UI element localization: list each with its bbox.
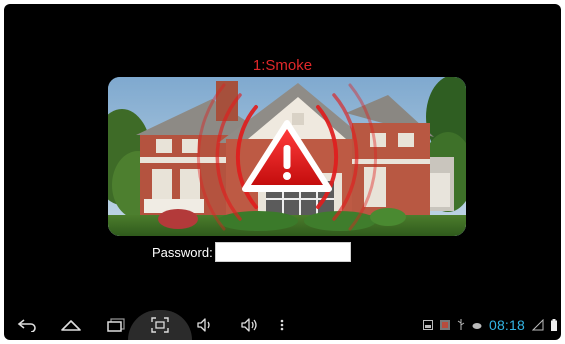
app-icon: [439, 320, 450, 330]
house-alarm-image: [108, 77, 466, 236]
volume-up-button[interactable]: [238, 313, 262, 337]
screenshot-button[interactable]: [148, 313, 172, 337]
volume-up-icon: [241, 318, 257, 332]
gallery-icon: [422, 320, 433, 330]
back-icon: [17, 319, 36, 332]
password-label: Password:: [152, 244, 213, 260]
password-input[interactable]: [214, 242, 351, 262]
signal-icon: [532, 319, 544, 331]
house-illustration: [108, 77, 466, 236]
volume-down-button[interactable]: [194, 313, 216, 337]
screenshot-icon: [151, 317, 169, 333]
status-area[interactable]: 08:18: [422, 313, 557, 337]
alarm-title: 1:Smoke: [252, 57, 313, 74]
status-clock: 08:18: [488, 317, 525, 333]
debug-icon: [472, 323, 482, 329]
navigation-bar: 08:18: [4, 310, 561, 340]
usb-icon: [457, 319, 465, 330]
device-screen: 1:Smoke Password: 08:18: [4, 4, 561, 340]
recent-apps-icon: [107, 318, 125, 332]
home-icon: [61, 320, 81, 331]
home-button[interactable]: [58, 313, 84, 337]
recent-apps-button[interactable]: [104, 313, 128, 337]
menu-button[interactable]: [276, 313, 288, 337]
password-row: Password:: [152, 240, 351, 264]
menu-icon: [280, 319, 284, 331]
volume-down-icon: [197, 318, 210, 332]
back-button[interactable]: [14, 313, 40, 337]
battery-icon: [551, 319, 557, 331]
